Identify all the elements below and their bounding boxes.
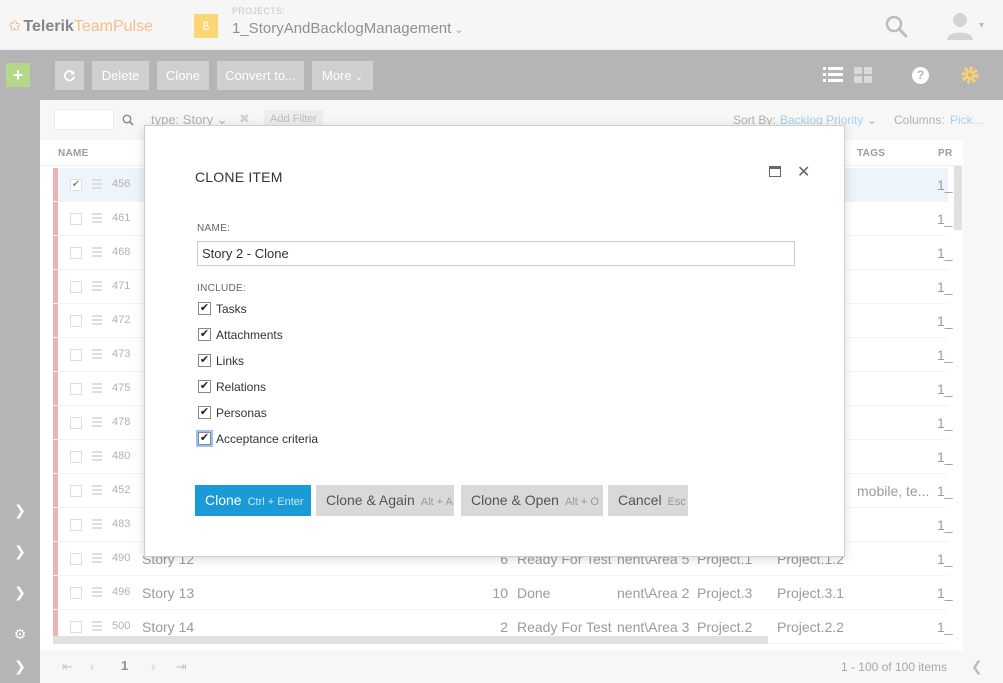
include-option-label: Tasks	[216, 302, 247, 316]
shortcut-hint: Esc	[667, 496, 686, 508]
clone-button-label: Clone	[205, 492, 242, 508]
maximize-icon[interactable]	[769, 166, 781, 177]
clone-again-label: Clone & Again	[326, 492, 415, 508]
shortcut-hint: Alt + A	[420, 496, 453, 508]
include-checkbox[interactable]: ✔	[198, 406, 211, 419]
name-label: NAME:	[197, 223, 231, 234]
close-icon[interactable]: ✕	[797, 162, 810, 182]
include-option-label: Relations	[216, 380, 267, 394]
clone-and-again-button[interactable]: Clone & Again Alt + A	[316, 485, 454, 516]
include-label: INCLUDE:	[197, 283, 247, 294]
clone-and-open-button[interactable]: Clone & Open Alt + O	[461, 485, 603, 516]
shortcut-hint: Ctrl + Enter	[247, 496, 304, 508]
include-option-label: Personas	[216, 406, 267, 420]
include-option-label: Links	[216, 354, 245, 368]
dialog-title: CLONE ITEM	[195, 169, 283, 185]
clone-item-dialog: CLONE ITEM ✕ NAME: INCLUDE: ✔ Tasks ✔ Attac…	[144, 125, 845, 557]
cancel-label: Cancel	[618, 492, 662, 508]
include-option-label: Acceptance criteria	[216, 432, 319, 446]
clone-name-input[interactable]	[197, 241, 795, 266]
cancel-button[interactable]: Cancel Esc	[608, 485, 688, 516]
include-checkbox[interactable]: ✔	[198, 302, 211, 315]
include-checkbox[interactable]: ✔	[198, 432, 211, 445]
include-checkbox[interactable]: ✔	[198, 354, 211, 367]
include-option-label: Attachments	[216, 328, 283, 342]
clone-confirm-button[interactable]: Clone Ctrl + Enter	[195, 485, 311, 516]
shortcut-hint: Alt + O	[564, 496, 599, 508]
include-checkbox[interactable]: ✔	[198, 328, 211, 341]
include-checkbox[interactable]: ✔	[198, 380, 211, 393]
clone-open-label: Clone & Open	[471, 492, 559, 508]
